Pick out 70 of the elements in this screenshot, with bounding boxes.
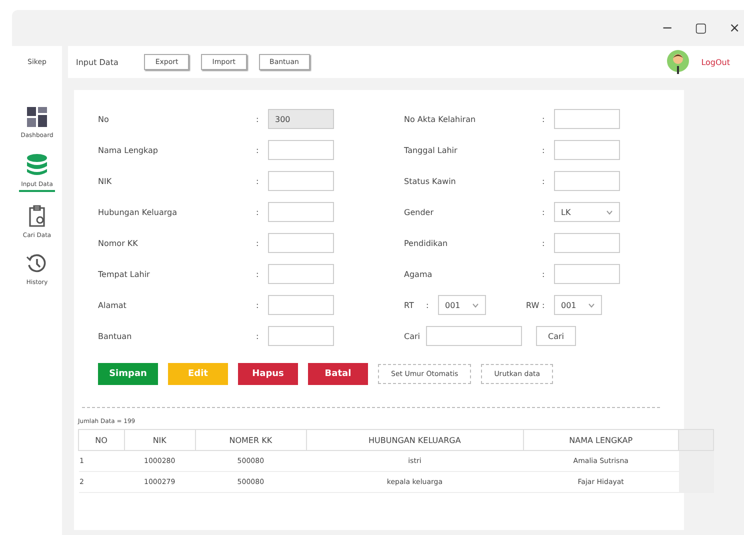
field-label: No: [98, 114, 110, 124]
gender-dropdown[interactable]: LK: [554, 202, 620, 222]
field-label: Gender: [404, 208, 434, 216]
field-label: Hubungan Keluarga: [98, 208, 178, 216]
input-field[interactable]: [268, 171, 334, 191]
input-field[interactable]: [268, 233, 334, 253]
column-header: NIK: [124, 430, 196, 450]
input-field[interactable]: [554, 264, 620, 284]
field-label: Tempat Lahir: [98, 270, 151, 278]
action-button[interactable]: Hapus: [238, 363, 298, 385]
field-label: Cari: [404, 332, 421, 340]
colon-text: :: [256, 332, 260, 340]
colon-text: :: [426, 300, 430, 310]
avatar-icon: [667, 50, 690, 74]
window-control[interactable]: ▢: [694, 20, 708, 36]
chevron-down-icon: [606, 210, 613, 214]
field-label: RW: [526, 300, 540, 310]
logout-link[interactable]: LogOut: [701, 58, 730, 66]
field-label: No Akta Kelahiran: [404, 114, 477, 124]
grid-icon: [26, 106, 48, 128]
action-button[interactable]: Simpan: [98, 363, 158, 385]
history-icon: [26, 253, 48, 275]
window-control[interactable]: ×: [729, 20, 740, 36]
input-field[interactable]: [268, 140, 334, 160]
colon-text: :: [542, 300, 546, 310]
chevron-down-icon: [472, 302, 479, 308]
input-field[interactable]: [554, 233, 620, 253]
page-title: Input Data: [76, 58, 118, 66]
column-header: HUBUNGAN KELUARGA: [306, 430, 524, 450]
column-header: NAMA LENGKAP: [523, 430, 678, 450]
rw-dropdown[interactable]: 001: [554, 295, 602, 315]
colon-text: :: [542, 238, 546, 248]
column-header: NO: [78, 430, 124, 450]
chevron-down-icon: [588, 302, 595, 308]
field-label: Pendidikan: [404, 238, 449, 248]
field-label: Nama Lengkap: [98, 146, 159, 154]
field-label: Bantuan: [98, 332, 133, 340]
search-field[interactable]: [426, 326, 522, 346]
colon-text: :: [256, 238, 260, 248]
colon-text: :: [542, 208, 546, 216]
input-field[interactable]: [554, 140, 620, 160]
input-field[interactable]: [554, 171, 620, 191]
input-field[interactable]: [268, 326, 334, 346]
field-label: Status Kawin: [404, 176, 457, 186]
field-label: RT: [404, 300, 415, 310]
input-field[interactable]: [268, 295, 334, 315]
field-label: Alamat: [98, 300, 128, 310]
input-field[interactable]: [554, 109, 620, 129]
colon-text: :: [256, 300, 260, 310]
colon-text: :: [542, 146, 546, 154]
colon-text: :: [542, 176, 546, 186]
input-field[interactable]: [268, 202, 334, 222]
colon-text: :: [256, 208, 260, 216]
input-field[interactable]: [268, 264, 334, 284]
field-label: Nomor KK: [98, 238, 139, 248]
colon-text: :: [256, 114, 260, 124]
window-control[interactable]: −: [662, 20, 673, 36]
column-header: NOMER KK: [195, 430, 306, 450]
colon-text: :: [256, 176, 260, 186]
search-button[interactable]: Cari: [536, 326, 576, 346]
database-icon: [26, 153, 48, 177]
action-button[interactable]: Batal: [308, 363, 368, 385]
rt-dropdown[interactable]: 001: [438, 295, 486, 315]
field-label: Agama: [404, 270, 434, 278]
field-label: NIK: [98, 176, 113, 186]
colon-text: :: [542, 270, 546, 278]
colon-text: :: [256, 270, 260, 278]
field-label: Tanggal Lahir: [404, 146, 458, 154]
colon-text: :: [256, 146, 260, 154]
colon-text: :: [542, 114, 546, 124]
